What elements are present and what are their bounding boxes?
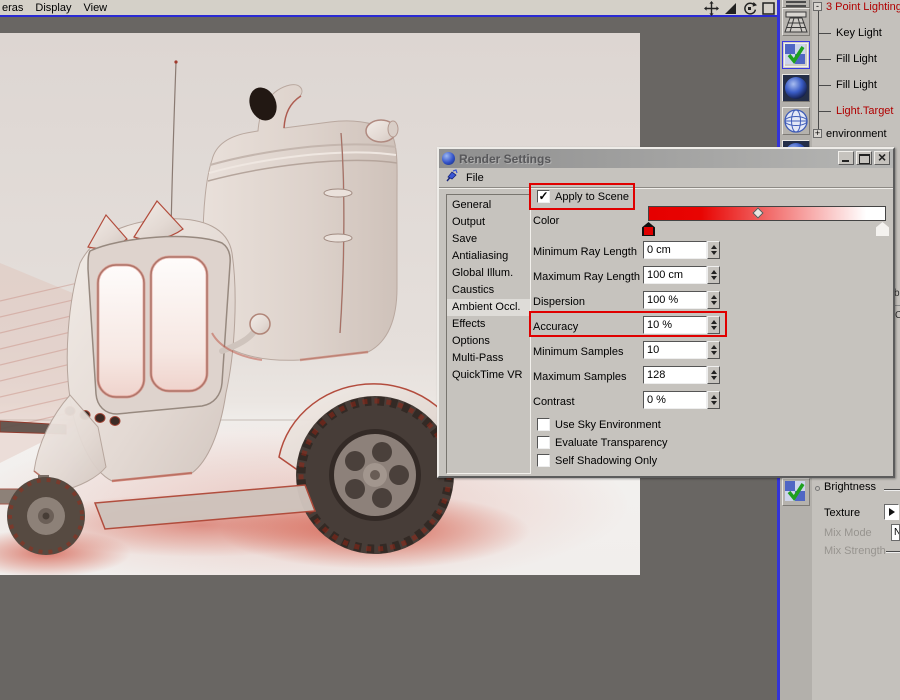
category-caustics[interactable]: Caustics: [447, 282, 530, 299]
minimum-ray-length-label: Minimum Ray Length: [533, 246, 637, 258]
maximum-ray-length-spinner[interactable]: [707, 266, 720, 284]
category-ambient-occl[interactable]: Ambient Occl.: [447, 299, 530, 316]
maximize-button[interactable]: [856, 151, 872, 165]
texture-arrow-button[interactable]: [884, 504, 899, 520]
menu-separator: [439, 187, 893, 189]
apply-to-scene-checkbox[interactable]: [537, 190, 550, 203]
perspective-grid-icon[interactable]: [782, 8, 810, 36]
maximum-samples-label: Maximum Samples: [533, 371, 627, 383]
accuracy-spinner[interactable]: [707, 316, 720, 334]
rotate-icon[interactable]: [741, 0, 758, 16]
tree-tick: [818, 85, 831, 86]
viewport-controls: [703, 0, 777, 16]
dialog-menu-bar: File: [439, 168, 893, 187]
category-antialiasing[interactable]: Antialiasing: [447, 248, 530, 265]
close-button[interactable]: [874, 151, 890, 165]
dialog-title-bar[interactable]: Render Settings: [439, 149, 893, 168]
tree-item-fill-light-2[interactable]: Fill Light: [836, 79, 877, 91]
brightness-slider[interactable]: [884, 489, 900, 491]
minimum-ray-length-spinner[interactable]: [707, 241, 720, 259]
texture-label: Texture: [824, 507, 860, 519]
tree-item-key-light[interactable]: Key Light: [836, 27, 882, 39]
dispersion-label: Dispersion: [533, 296, 585, 308]
gradient-knot-white[interactable]: [876, 222, 889, 236]
evaluate-transparency-checkbox[interactable]: [537, 436, 550, 449]
brightness-bullet-icon: [815, 486, 820, 491]
sphere-icon[interactable]: [782, 74, 810, 102]
dialog-app-icon: [442, 152, 455, 165]
self-shadowing-only-checkbox[interactable]: [537, 454, 550, 467]
mix-mode-dropdown[interactable]: No: [891, 524, 900, 541]
dispersion-input[interactable]: [643, 291, 707, 309]
menu-item-view[interactable]: View: [77, 1, 113, 15]
fragment-text: C: [895, 310, 900, 321]
minimum-ray-length-input[interactable]: [643, 241, 707, 259]
self-shadowing-only-label: Self Shadowing Only: [555, 455, 657, 467]
mix-strength-slider[interactable]: [886, 551, 900, 553]
tree-connector-line: [818, 11, 819, 134]
use-sky-environment-checkbox[interactable]: [537, 418, 550, 431]
mix-strength-label: Mix Strength: [824, 545, 886, 557]
scale-icon[interactable]: [722, 0, 739, 16]
contrast-input[interactable]: [643, 391, 707, 409]
gradient-knot-red[interactable]: [642, 222, 655, 236]
category-general[interactable]: General: [447, 197, 530, 214]
render-settings-dialog: Render Settings File General Output Save…: [437, 147, 895, 478]
pin-icon: [444, 169, 458, 187]
tree-collapse-box[interactable]: -: [813, 2, 822, 11]
fragment-text: b: [895, 288, 900, 299]
minimum-samples-spinner[interactable]: [707, 341, 720, 359]
move-icon[interactable]: [703, 0, 720, 16]
apply-to-scene-label: Apply to Scene: [555, 191, 629, 203]
accuracy-input[interactable]: [643, 316, 707, 334]
category-multi-pass[interactable]: Multi-Pass: [447, 350, 530, 367]
use-sky-environment-label: Use Sky Environment: [555, 419, 661, 431]
accuracy-label: Accuracy: [533, 321, 578, 333]
texture-tag-active-icon[interactable]: [782, 41, 810, 69]
color-label: Color: [533, 215, 559, 227]
maximum-samples-spinner[interactable]: [707, 366, 720, 384]
category-save[interactable]: Save: [447, 231, 530, 248]
tree-tick: [818, 33, 831, 34]
tree-tick: [818, 111, 831, 112]
evaluate-transparency-label: Evaluate Transparency: [555, 437, 668, 449]
maximize-view-icon[interactable]: [760, 0, 777, 16]
layers-icon[interactable]: [782, 0, 810, 8]
contrast-spinner[interactable]: [707, 391, 720, 409]
window-buttons: [838, 151, 890, 165]
menu-bar: eras Display View: [0, 0, 777, 17]
category-output[interactable]: Output: [447, 214, 530, 231]
tree-item-environment[interactable]: environment: [826, 128, 887, 140]
fragment-divider: [895, 305, 900, 306]
brightness-label: Brightness: [824, 481, 876, 493]
maximum-samples-input[interactable]: [643, 366, 707, 384]
contrast-label: Contrast: [533, 396, 575, 408]
category-global-illum[interactable]: Global Illum.: [447, 265, 530, 282]
color-gradient-bar[interactable]: [648, 206, 886, 221]
minimum-samples-input[interactable]: [643, 341, 707, 359]
tree-item-light-target[interactable]: Light.Target: [836, 105, 893, 117]
category-effects[interactable]: Effects: [447, 316, 530, 333]
occluded-panel-fragments: b C: [895, 283, 900, 353]
tree-item-3-point-lighting[interactable]: 3 Point Lighting: [826, 1, 900, 13]
menu-item-display[interactable]: Display: [29, 1, 77, 15]
category-quicktime-vr[interactable]: QuickTime VR: [447, 367, 530, 384]
dialog-menu-file[interactable]: File: [466, 172, 484, 184]
maximum-ray-length-input[interactable]: [643, 266, 707, 284]
category-options[interactable]: Options: [447, 333, 530, 350]
globe-icon[interactable]: [782, 107, 810, 135]
maximum-ray-length-label: Maximum Ray Length: [533, 271, 640, 283]
tree-tick: [818, 59, 831, 60]
mix-mode-label: Mix Mode: [824, 527, 872, 539]
tree-expand-box[interactable]: +: [813, 129, 822, 138]
material-texture-icon[interactable]: [782, 478, 810, 506]
dialog-title: Render Settings: [459, 152, 551, 166]
menu-item-cameras[interactable]: eras: [0, 1, 29, 15]
minimize-button[interactable]: [838, 151, 854, 165]
tree-item-fill-light-1[interactable]: Fill Light: [836, 53, 877, 65]
minimum-samples-label: Minimum Samples: [533, 346, 623, 358]
category-list: General Output Save Antialiasing Global …: [446, 194, 531, 474]
dispersion-spinner[interactable]: [707, 291, 720, 309]
